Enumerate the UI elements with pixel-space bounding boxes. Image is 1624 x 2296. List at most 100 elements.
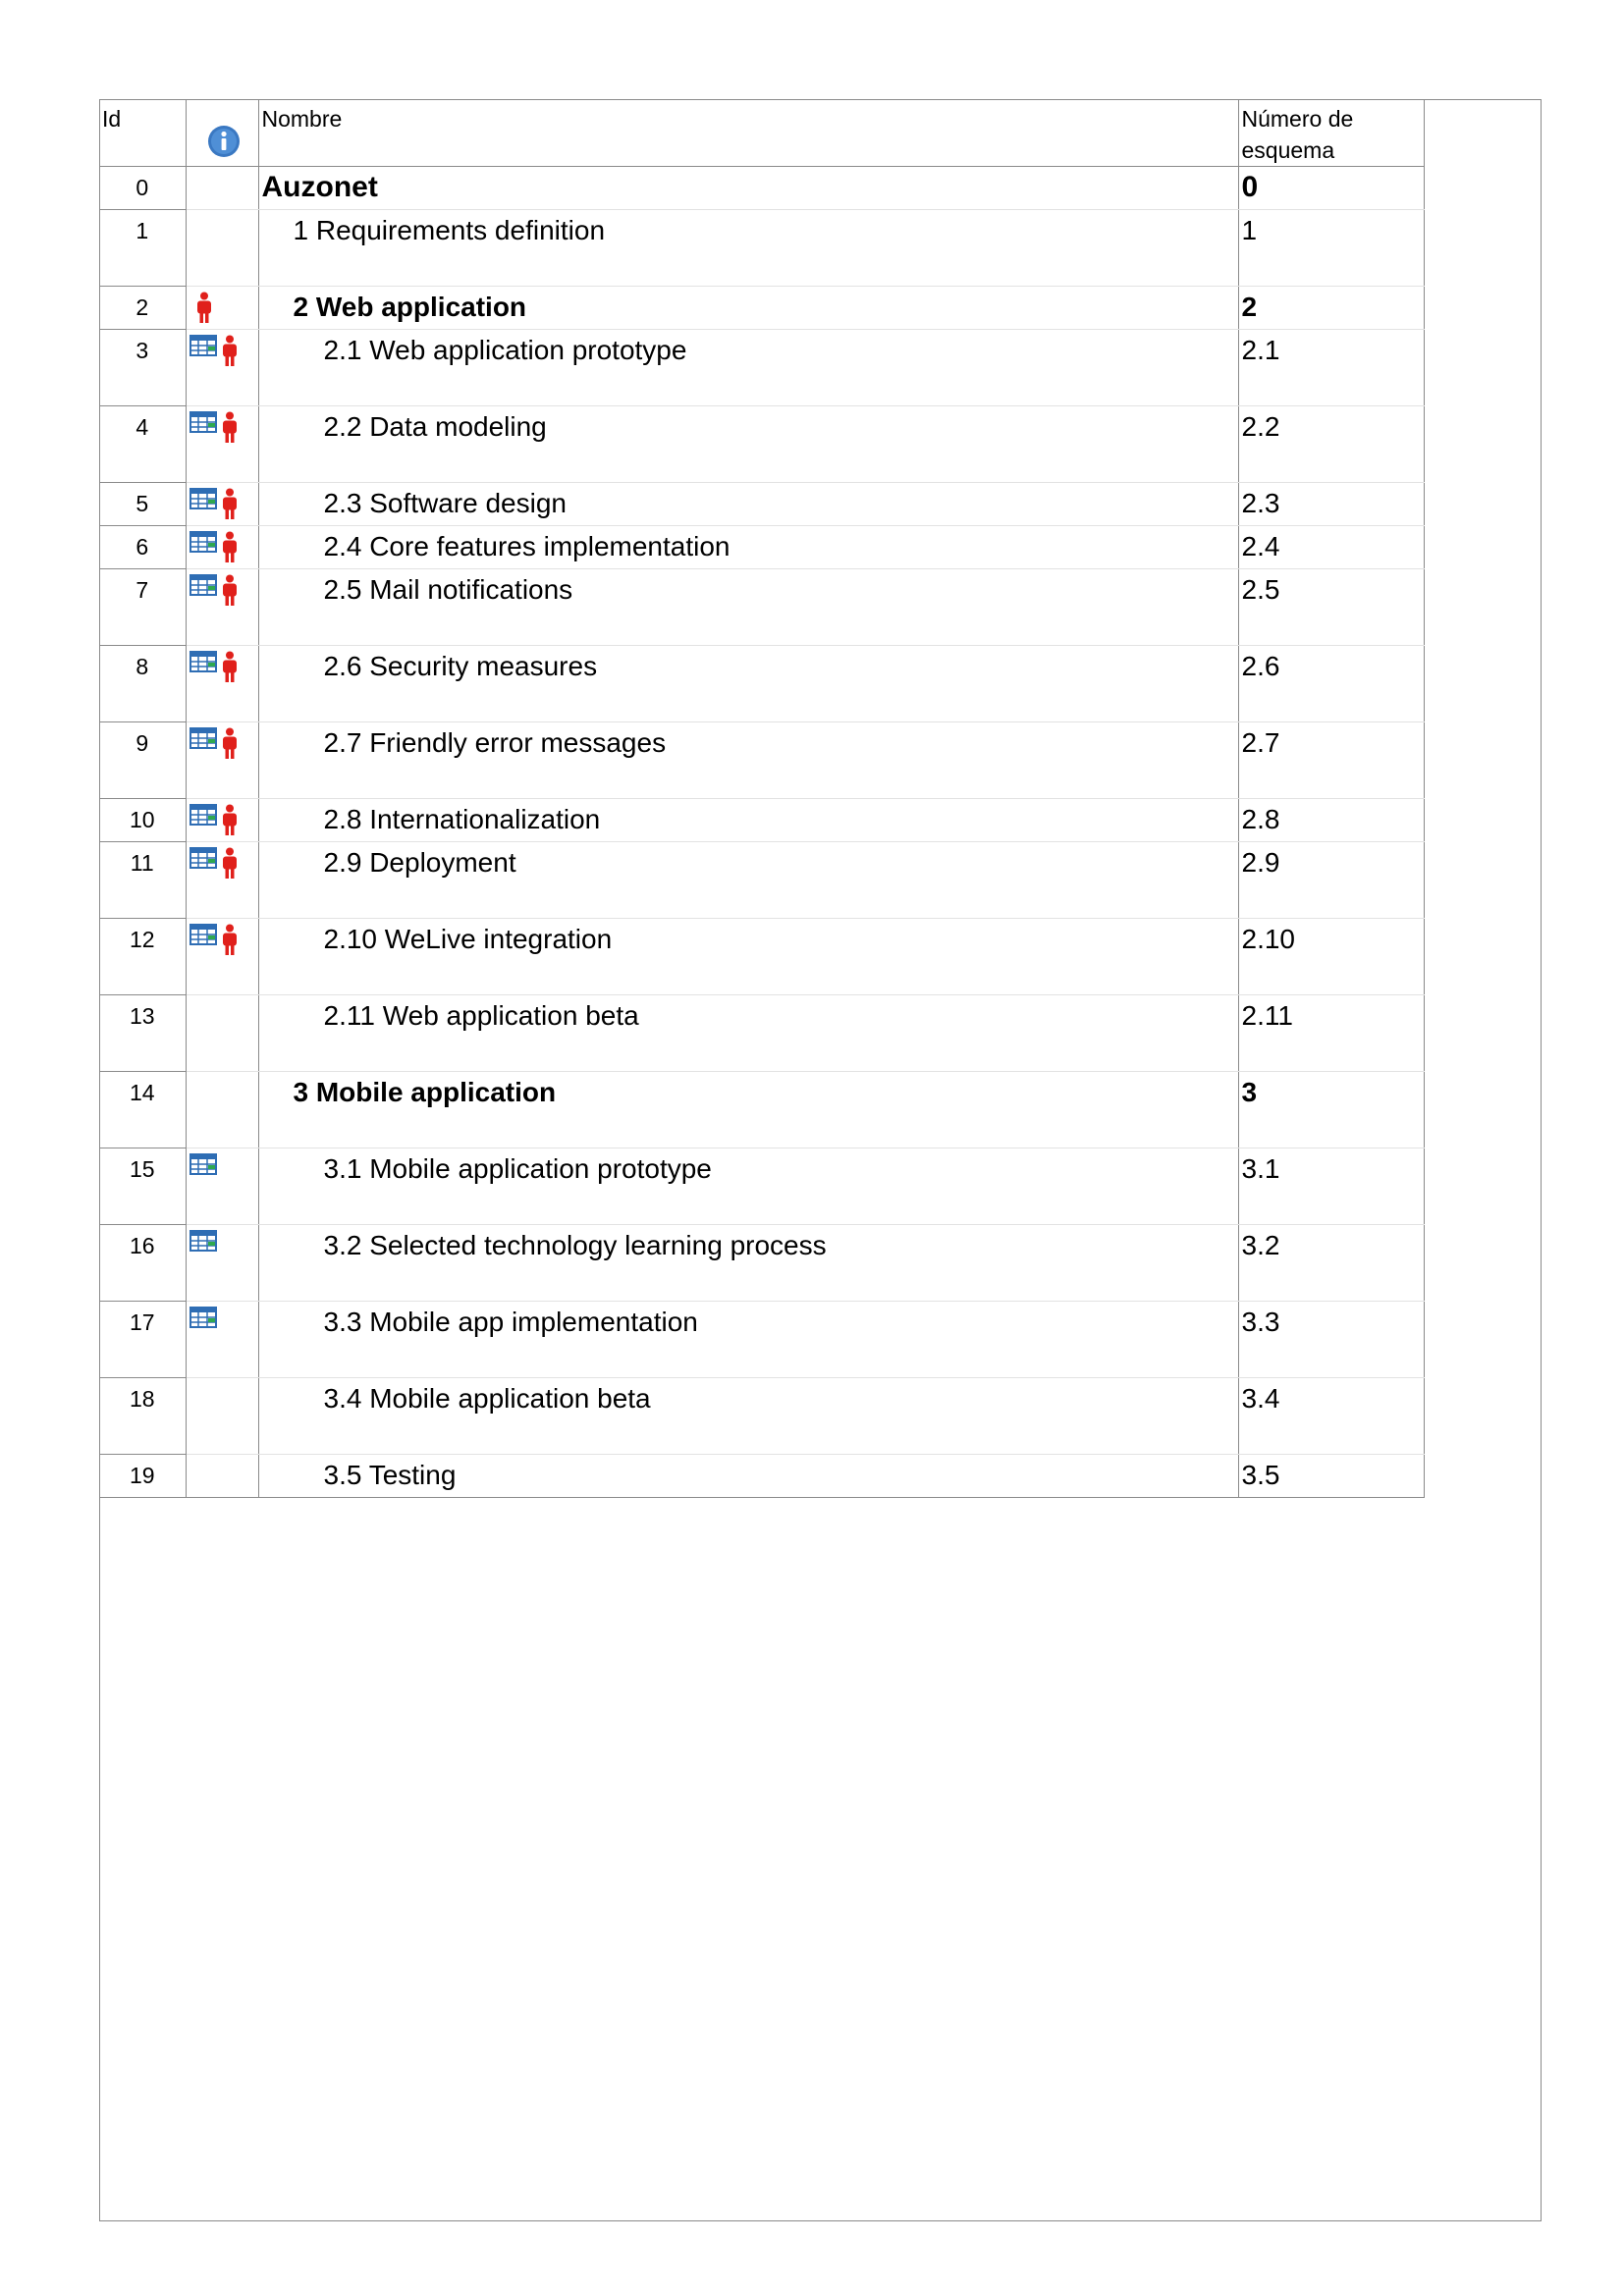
table-header-row: Id Nombre Número de esquema <box>99 99 1425 167</box>
table-row[interactable]: 9 2.7 Friendly error messages 2.7 <box>99 721 1425 799</box>
task-name-cell[interactable]: 2.1 Web application prototype <box>258 329 1239 406</box>
table-row[interactable]: 16 3.2 Selected technology learning proce… <box>99 1224 1425 1302</box>
wbs-number-cell[interactable]: 2.1 <box>1238 329 1425 406</box>
row-id-cell[interactable]: 11 <box>99 841 187 919</box>
wbs-number-cell[interactable]: 2.9 <box>1238 841 1425 919</box>
row-indicators-cell <box>186 286 259 330</box>
wbs-number-cell[interactable]: 0 <box>1238 166 1425 210</box>
table-row[interactable]: 14 3 Mobile application 3 <box>99 1071 1425 1148</box>
column-header-indicators[interactable] <box>186 99 259 167</box>
row-id-cell[interactable]: 12 <box>99 918 187 995</box>
table-row[interactable]: 17 3.3 Mobile app implementation 3.3 <box>99 1301 1425 1378</box>
task-name-cell[interactable]: 2.9 Deployment <box>258 841 1239 919</box>
resource-person-icon <box>222 488 237 519</box>
resource-person-icon <box>196 292 211 323</box>
wbs-number-cell[interactable]: 1 <box>1238 209 1425 287</box>
row-id-cell[interactable]: 13 <box>99 994 187 1072</box>
row-id-cell[interactable]: 8 <box>99 645 187 722</box>
task-name-cell[interactable]: 2 Web application <box>258 286 1239 330</box>
wbs-number-cell[interactable]: 2.5 <box>1238 568 1425 646</box>
task-name-cell[interactable]: 2.5 Mail notifications <box>258 568 1239 646</box>
row-id-cell[interactable]: 10 <box>99 798 187 842</box>
task-calendar-icon <box>189 924 217 945</box>
task-name-cell[interactable]: Auzonet <box>258 166 1239 210</box>
resource-person-icon <box>222 847 237 879</box>
wbs-number-cell[interactable]: 2.3 <box>1238 482 1425 526</box>
row-id-cell[interactable]: 17 <box>99 1301 187 1378</box>
row-id-cell[interactable]: 16 <box>99 1224 187 1302</box>
row-id-cell[interactable]: 19 <box>99 1454 187 1498</box>
resource-person-icon <box>222 924 237 955</box>
table-row[interactable]: 11 2.9 Deployment 2.9 <box>99 841 1425 919</box>
task-name-cell[interactable]: 2.2 Data modeling <box>258 405 1239 483</box>
wbs-number-cell[interactable]: 2.11 <box>1238 994 1425 1072</box>
table-row[interactable]: 12 2.10 WeLive integration 2.10 <box>99 918 1425 995</box>
task-name-cell[interactable]: 1 Requirements definition <box>258 209 1239 287</box>
wbs-number-cell[interactable]: 2.6 <box>1238 645 1425 722</box>
task-name-cell[interactable]: 2.10 WeLive integration <box>258 918 1239 995</box>
task-name-cell[interactable]: 3.5 Testing <box>258 1454 1239 1498</box>
wbs-number-cell[interactable]: 2.4 <box>1238 525 1425 569</box>
wbs-number-cell[interactable]: 2.7 <box>1238 721 1425 799</box>
table-row[interactable]: 11 Requirements definition 1 <box>99 209 1425 287</box>
row-id-cell[interactable]: 15 <box>99 1148 187 1225</box>
row-id-cell[interactable]: 2 <box>99 286 187 330</box>
table-row[interactable]: 7 2.5 Mail notifications 2.5 <box>99 568 1425 646</box>
task-name-cell[interactable]: 2.8 Internationalization <box>258 798 1239 842</box>
table-row[interactable]: 13 2.11 Web application beta 2.11 <box>99 994 1425 1072</box>
row-id-cell[interactable]: 18 <box>99 1377 187 1455</box>
task-calendar-icon <box>189 1153 217 1175</box>
table-row[interactable]: 4 2.2 Data modeling 2.2 <box>99 405 1425 483</box>
table-row[interactable]: 18 3.4 Mobile application beta 3.4 <box>99 1377 1425 1455</box>
table-row[interactable]: 22 Web application 2 <box>99 286 1425 330</box>
table-row[interactable]: 6 2.4 Core features implementation 2.4 <box>99 525 1425 569</box>
table-row[interactable]: 5 2.3 Software design 2.3 <box>99 482 1425 526</box>
wbs-number-cell[interactable]: 3.2 <box>1238 1224 1425 1302</box>
table-row[interactable]: 19 3.5 Testing 3.5 <box>99 1454 1425 1498</box>
column-header-name[interactable]: Nombre <box>258 99 1239 167</box>
task-name-cell[interactable]: 3.4 Mobile application beta <box>258 1377 1239 1455</box>
wbs-number-cell[interactable]: 2.2 <box>1238 405 1425 483</box>
row-indicators-cell <box>186 525 259 569</box>
column-header-id[interactable]: Id <box>99 99 187 167</box>
task-name-cell[interactable]: 3.1 Mobile application prototype <box>258 1148 1239 1225</box>
row-id-cell[interactable]: 7 <box>99 568 187 646</box>
table-row[interactable]: 10 2.8 Internationalization 2.8 <box>99 798 1425 842</box>
row-id-cell[interactable]: 1 <box>99 209 187 287</box>
task-name-cell[interactable]: 3.2 Selected technology learning process <box>258 1224 1239 1302</box>
table-row[interactable]: 15 3.1 Mobile application prototype 3.1 <box>99 1148 1425 1225</box>
task-calendar-icon <box>189 1230 217 1252</box>
row-id-cell[interactable]: 9 <box>99 721 187 799</box>
table-row[interactable]: 3 2.1 Web application prototype 2.1 <box>99 329 1425 406</box>
row-indicators-cell <box>186 166 259 210</box>
row-indicators-cell <box>186 568 259 646</box>
row-id-cell[interactable]: 14 <box>99 1071 187 1148</box>
wbs-number-cell[interactable]: 3.1 <box>1238 1148 1425 1225</box>
wbs-number-cell[interactable]: 2.10 <box>1238 918 1425 995</box>
task-calendar-icon <box>189 804 217 826</box>
resource-person-icon <box>222 804 237 835</box>
wbs-number-cell[interactable]: 3.4 <box>1238 1377 1425 1455</box>
task-name-cell[interactable]: 2.7 Friendly error messages <box>258 721 1239 799</box>
task-name-cell[interactable]: 2.6 Security measures <box>258 645 1239 722</box>
wbs-number-cell[interactable]: 2.8 <box>1238 798 1425 842</box>
row-id-cell[interactable]: 4 <box>99 405 187 483</box>
task-name-cell[interactable]: 3.3 Mobile app implementation <box>258 1301 1239 1378</box>
wbs-number-cell[interactable]: 3 <box>1238 1071 1425 1148</box>
task-name-cell[interactable]: 2.4 Core features implementation <box>258 525 1239 569</box>
task-calendar-icon <box>189 727 217 749</box>
table-row[interactable]: 8 2.6 Security measures 2.6 <box>99 645 1425 722</box>
wbs-number-cell[interactable]: 3.5 <box>1238 1454 1425 1498</box>
row-id-cell[interactable]: 6 <box>99 525 187 569</box>
table-row[interactable]: 0 Auzonet 0 <box>99 166 1425 210</box>
task-calendar-icon <box>189 574 217 596</box>
wbs-number-cell[interactable]: 2 <box>1238 286 1425 330</box>
task-name-cell[interactable]: 2.3 Software design <box>258 482 1239 526</box>
wbs-number-cell[interactable]: 3.3 <box>1238 1301 1425 1378</box>
row-id-cell[interactable]: 5 <box>99 482 187 526</box>
task-name-cell[interactable]: 3 Mobile application <box>258 1071 1239 1148</box>
row-id-cell[interactable]: 3 <box>99 329 187 406</box>
task-name-cell[interactable]: 2.11 Web application beta <box>258 994 1239 1072</box>
column-header-wbs[interactable]: Número de esquema <box>1238 99 1425 167</box>
row-id-cell[interactable]: 0 <box>99 166 187 210</box>
